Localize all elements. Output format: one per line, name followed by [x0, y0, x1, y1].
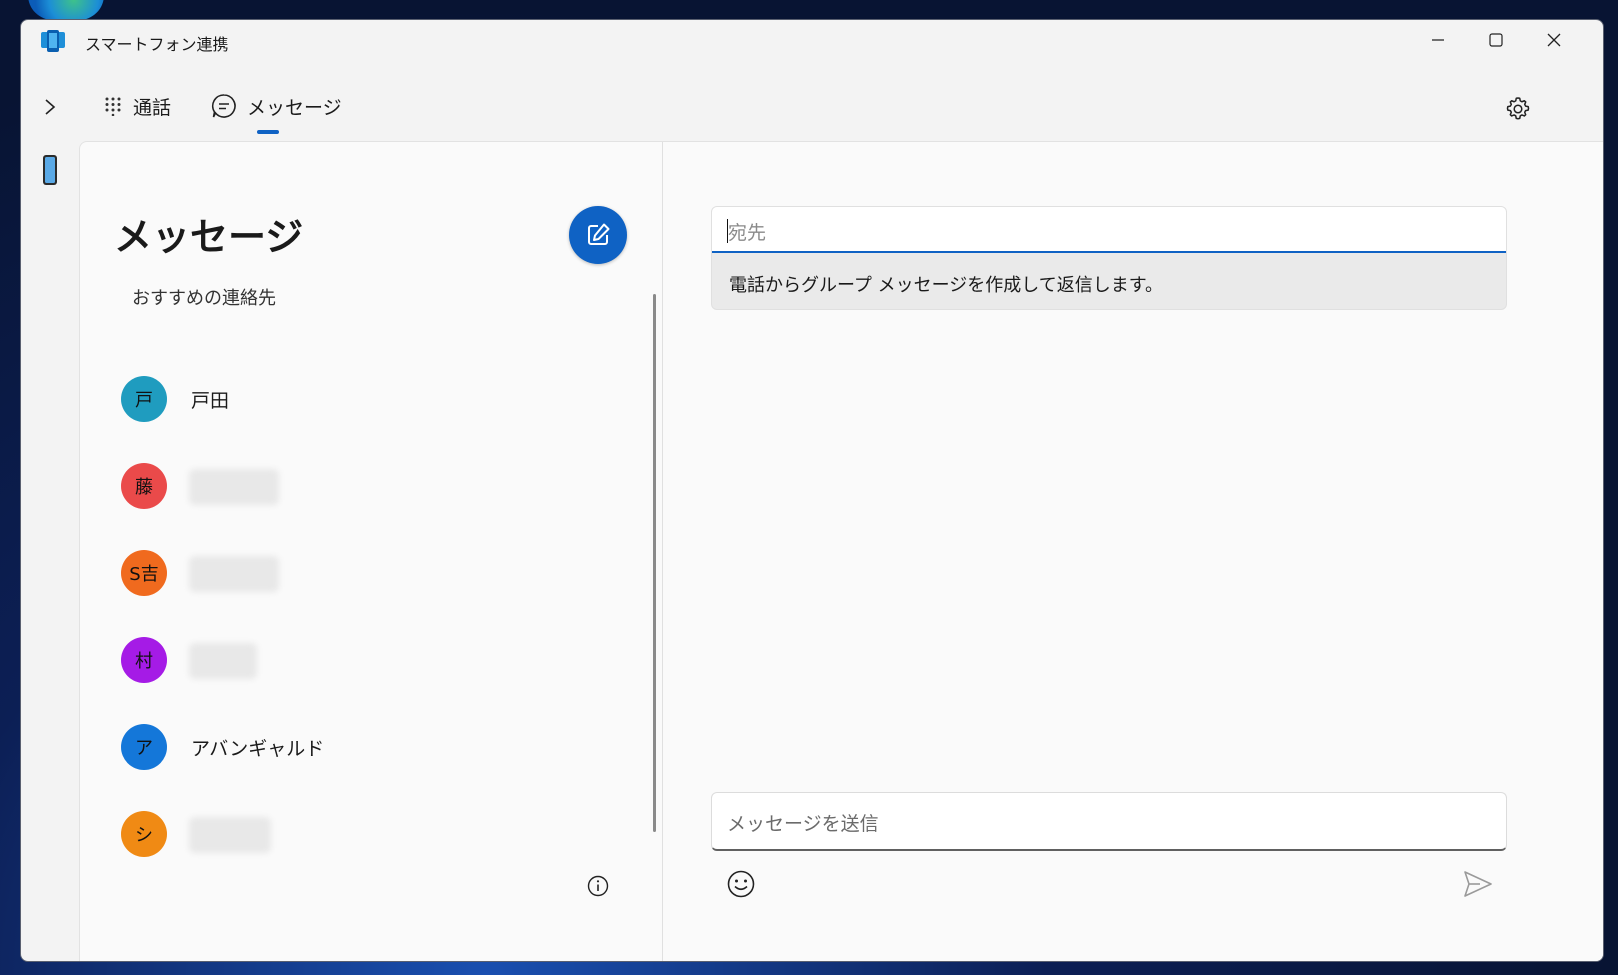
dialpad-icon — [105, 97, 121, 116]
minimize-button[interactable] — [1409, 20, 1467, 60]
contact-item[interactable]: シ — [121, 811, 601, 859]
recipient-placeholder: 宛先 — [728, 222, 767, 244]
contact-item[interactable]: 村 — [121, 637, 601, 685]
info-icon[interactable] — [586, 874, 610, 898]
desktop-icon — [28, 0, 104, 20]
message-placeholder: メッセージを送信 — [727, 813, 879, 835]
top-nav: 通話 メッセージ — [21, 82, 1603, 132]
phone-link-app-icon — [41, 30, 65, 52]
content-area: メッセージ おすすめの連絡先 戸 戸田 藤 S吉 村 ア アバンギャルド シ 宛… — [79, 141, 1603, 961]
gear-icon — [1506, 97, 1530, 120]
avatar: シ — [121, 811, 167, 857]
avatar: 藤 — [121, 463, 167, 509]
compose-icon — [588, 223, 610, 245]
contact-name-redacted — [189, 643, 257, 679]
send-icon[interactable] — [1462, 868, 1494, 900]
new-message-button[interactable] — [569, 206, 627, 264]
avatar: S吉 — [121, 550, 167, 596]
contact-item[interactable]: 戸 戸田 — [121, 376, 601, 424]
tab-calls-label: 通話 — [133, 96, 172, 119]
text-caret — [727, 219, 728, 243]
expand-pane-button[interactable] — [37, 94, 63, 120]
suggested-contacts-label: おすすめの連絡先 — [132, 288, 276, 309]
phone-device-icon[interactable] — [41, 154, 59, 186]
recipient-box: 宛先 電話からグループ メッセージを作成して返信します。 — [711, 206, 1507, 310]
contact-name-redacted — [189, 556, 279, 592]
compose-pane: 宛先 電話からグループ メッセージを作成して返信します。 メッセージを送信 — [663, 142, 1603, 961]
close-button[interactable] — [1525, 20, 1583, 60]
minimize-icon — [1432, 39, 1444, 41]
contact-item[interactable]: ア アバンギャルド — [121, 724, 601, 772]
app-window: スマートフォン連携 通話 メッセージ メッセージ おすすめの連絡先 戸 戸田 藤… — [20, 19, 1604, 962]
tab-messages-label: メッセージ — [247, 96, 342, 119]
contact-name-redacted — [189, 817, 271, 853]
scrollbar[interactable] — [653, 294, 656, 832]
selected-tab-indicator — [257, 130, 279, 134]
contact-name: 戸田 — [191, 390, 230, 412]
maximize-button[interactable] — [1467, 20, 1525, 60]
avatar: 村 — [121, 637, 167, 683]
recipient-input[interactable]: 宛先 — [712, 207, 1506, 253]
contact-name: アバンギャルド — [191, 738, 325, 760]
tab-calls[interactable]: 通話 — [103, 88, 171, 124]
avatar: ア — [121, 724, 167, 770]
maximize-icon — [1489, 33, 1503, 47]
tab-messages[interactable]: メッセージ — [211, 88, 342, 124]
avatar: 戸 — [121, 376, 167, 422]
chevron-right-icon — [45, 99, 56, 115]
message-input[interactable]: メッセージを送信 — [711, 792, 1507, 851]
chat-bubble-icon — [211, 94, 236, 118]
settings-button[interactable] — [1501, 92, 1535, 126]
conversation-list-pane: メッセージ おすすめの連絡先 戸 戸田 藤 S吉 村 ア アバンギャルド シ — [80, 142, 663, 961]
window-title: スマートフォン連携 — [85, 35, 229, 54]
close-icon — [1547, 33, 1561, 47]
group-message-hint: 電話からグループ メッセージを作成して返信します。 — [729, 275, 1163, 296]
emoji-icon[interactable] — [726, 869, 756, 899]
messages-heading: メッセージ — [114, 215, 304, 259]
contact-item[interactable]: 藤 — [121, 463, 601, 511]
title-bar: スマートフォン連携 — [21, 20, 1603, 62]
contact-item[interactable]: S吉 — [121, 550, 601, 598]
contact-name-redacted — [189, 469, 279, 505]
